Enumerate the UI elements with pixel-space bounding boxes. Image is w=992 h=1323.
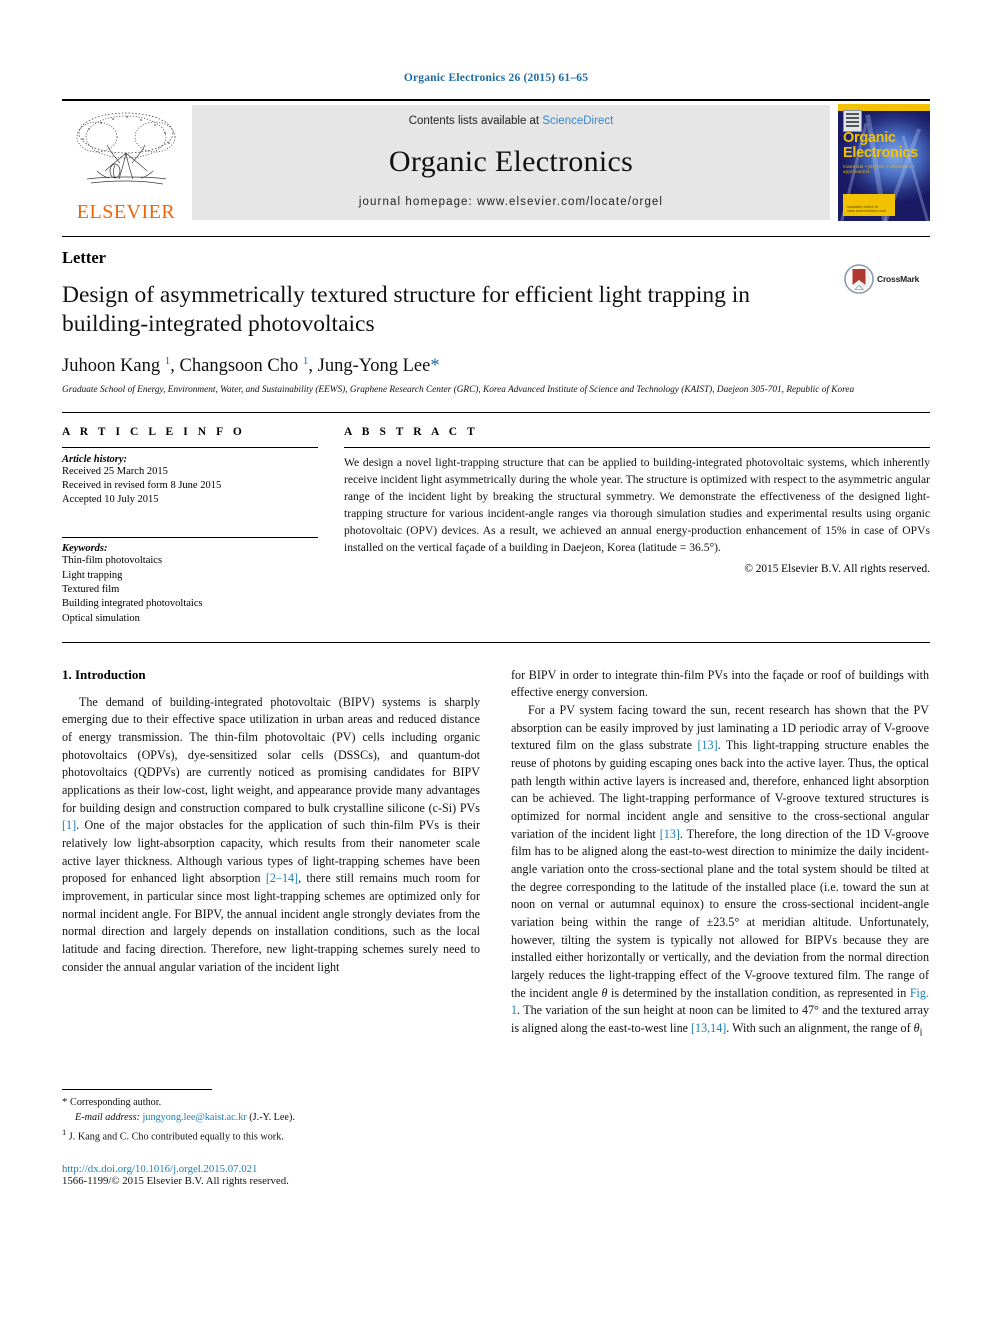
email-note[interactable]: E-mail address: jungyong.lee@kaist.ac.kr… (62, 1111, 480, 1126)
article-info-heading: A R T I C L E I N F O (62, 425, 246, 438)
affiliation: Graduate School of Energy, Environment, … (62, 385, 855, 396)
cover-title-line1: Organic (843, 130, 896, 146)
cover-title-line2: Electronics (843, 144, 918, 161)
keyword-item: Building integrated photovoltaics (62, 598, 203, 610)
paragraph: For a PV system facing toward the sun, r… (511, 703, 930, 1039)
keyword-item: Textured film (62, 583, 120, 595)
abstract-column: A B S T R A C T We design a novel light-… (344, 426, 930, 626)
contents-prefix: Contents lists available at (408, 115, 543, 127)
divider (62, 537, 318, 539)
section-heading-introduction: 1. Introduction (62, 666, 146, 682)
article-history-list: Received 25 March 2015 Received in revis… (62, 465, 318, 508)
divider (62, 641, 930, 643)
author-list: Juhoon Kang 1, Changsoon Cho 1, Jung-Yon… (62, 355, 440, 377)
body-column-right: for BIPV in order to integrate thin-film… (511, 667, 929, 1187)
equal-contribution-note: 1 J. Kang and C. Cho contributed equally… (62, 1126, 284, 1142)
divider (344, 446, 930, 448)
masthead-center: Contents lists available at ScienceDirec… (192, 105, 830, 220)
article-history-label: Article history: (62, 453, 128, 465)
cover-stamp-icon (843, 110, 862, 132)
keyword-item: Optical simulation (62, 612, 140, 624)
elsevier-logo: ELSEVIER (62, 101, 190, 224)
elsevier-wordmark: ELSEVIER (76, 201, 176, 223)
journal-homepage-link[interactable]: journal homepage: www.elsevier.com/locat… (359, 196, 663, 208)
keywords-label: Keywords: (62, 543, 108, 555)
cover-footer-text: available online at www.sciencedirect.co… (847, 205, 887, 213)
journal-masthead: ELSEVIER Contents lists available at Sci… (62, 99, 930, 224)
keywords-block: Keywords: Thin-film photovoltaics Light … (62, 537, 318, 625)
elsevier-tree-icon (76, 112, 176, 185)
corresponding-author-note: * Corresponding author. (62, 1095, 162, 1108)
sciencedirect-link[interactable]: ScienceDirect (542, 115, 613, 127)
footnotes-block: * Corresponding author. E-mail address: … (62, 1088, 480, 1187)
journal-title: Organic Electronics (388, 144, 634, 178)
article-info-column: A R T I C L E I N F O Article history: R… (62, 426, 318, 626)
doi-block: http://dx.doi.org/10.1016/j.orgel.2015.0… (62, 1163, 480, 1187)
body-columns: 1. Introduction The demand of building-i… (62, 667, 930, 1187)
history-item: Accepted 10 July 2015 (62, 494, 159, 506)
running-head: Organic Electronics 26 (2015) 61–65 (403, 72, 589, 84)
abstract-text: We design a novel light-trapping structu… (344, 455, 930, 554)
cover-footer-box: available online at www.sciencedirect.co… (843, 194, 895, 216)
divider (62, 446, 318, 448)
abstract-heading: A B S T R A C T (344, 425, 479, 438)
paragraph: for BIPV in order to integrate thin-film… (511, 667, 929, 700)
paragraph: The demand of building-integrated photov… (62, 694, 480, 974)
cover-title: Organic Electronics (843, 131, 926, 161)
history-item: Received in revised form 8 June 2015 (62, 479, 222, 491)
crossmark-badge[interactable]: CrossMark (844, 264, 930, 294)
title-block: Letter Design of asymmetrically textured… (62, 236, 930, 398)
body-column-left: 1. Introduction The demand of building-i… (62, 667, 480, 1187)
keyword-item: Light trapping (62, 569, 123, 581)
copyright-line: © 2015 Elsevier B.V. All rights reserved… (744, 562, 930, 575)
article-type: Letter (62, 248, 106, 267)
crossmark-icon (844, 264, 874, 294)
doi-link[interactable]: http://dx.doi.org/10.1016/j.orgel.2015.0… (62, 1163, 480, 1175)
keyword-item: Thin-film photovoltaics (62, 555, 163, 567)
page-title: Design of asymmetrically textured struct… (62, 282, 751, 337)
history-item: Received 25 March 2015 (62, 465, 168, 477)
info-abstract-section: A R T I C L E I N F O Article history: R… (62, 411, 930, 626)
journal-cover-thumbnail: Organic Electronics materials • physics … (838, 104, 930, 221)
crossmark-label: CrossMark (877, 274, 920, 284)
cover-subtitle: materials • physics • chemistry • applic… (843, 164, 915, 174)
footnote-divider (62, 1088, 212, 1090)
paper-page: Organic Electronics 26 (2015) 61–65 ELSE… (0, 0, 992, 1323)
issn-copyright-line: 1566-1199/© 2015 Elsevier B.V. All right… (62, 1174, 289, 1187)
contents-available-line: Contents lists available at ScienceDirec… (409, 115, 614, 127)
